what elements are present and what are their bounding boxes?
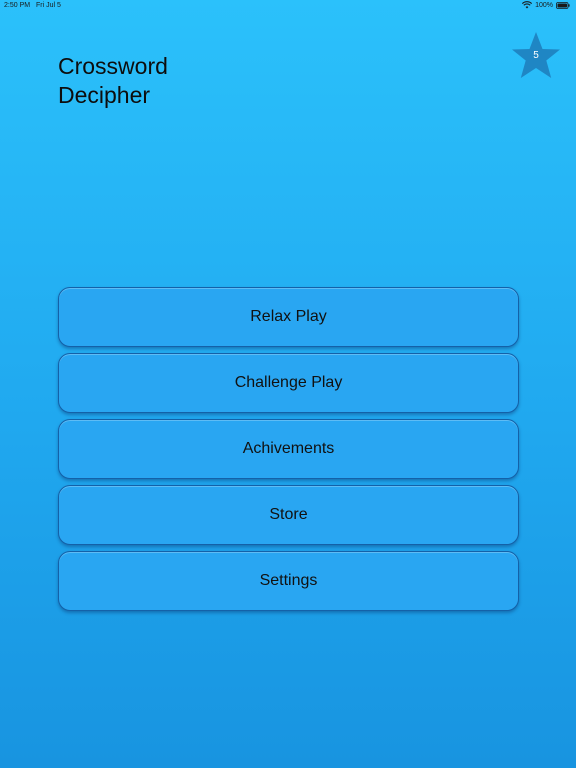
app-title-line-1: Crossword <box>58 53 168 79</box>
battery-percent: 100% <box>535 1 553 9</box>
settings-button[interactable]: Settings <box>58 551 519 611</box>
wifi-icon <box>522 1 533 9</box>
challenge-play-button[interactable]: Challenge Play <box>58 353 519 413</box>
status-time: 2:50 PM <box>4 2 31 9</box>
battery-icon <box>556 1 570 9</box>
store-button[interactable]: Store <box>58 485 519 545</box>
status-right: 100% <box>522 1 570 9</box>
achievements-button[interactable]: Achivements <box>58 419 519 479</box>
app-title-line-2: Decipher <box>58 82 151 108</box>
relax-play-button[interactable]: Relax Play <box>58 287 519 347</box>
app-title: Crossword Decipher <box>58 52 168 110</box>
status-date: Fri Jul 5 <box>36 2 61 9</box>
main-menu: Relax Play Challenge Play Achivements St… <box>58 287 519 617</box>
star-badge[interactable]: 5 <box>508 30 564 84</box>
star-count: 5 <box>533 50 539 61</box>
status-bar: 2:50 PM Fri Jul 5 100% <box>0 0 576 12</box>
